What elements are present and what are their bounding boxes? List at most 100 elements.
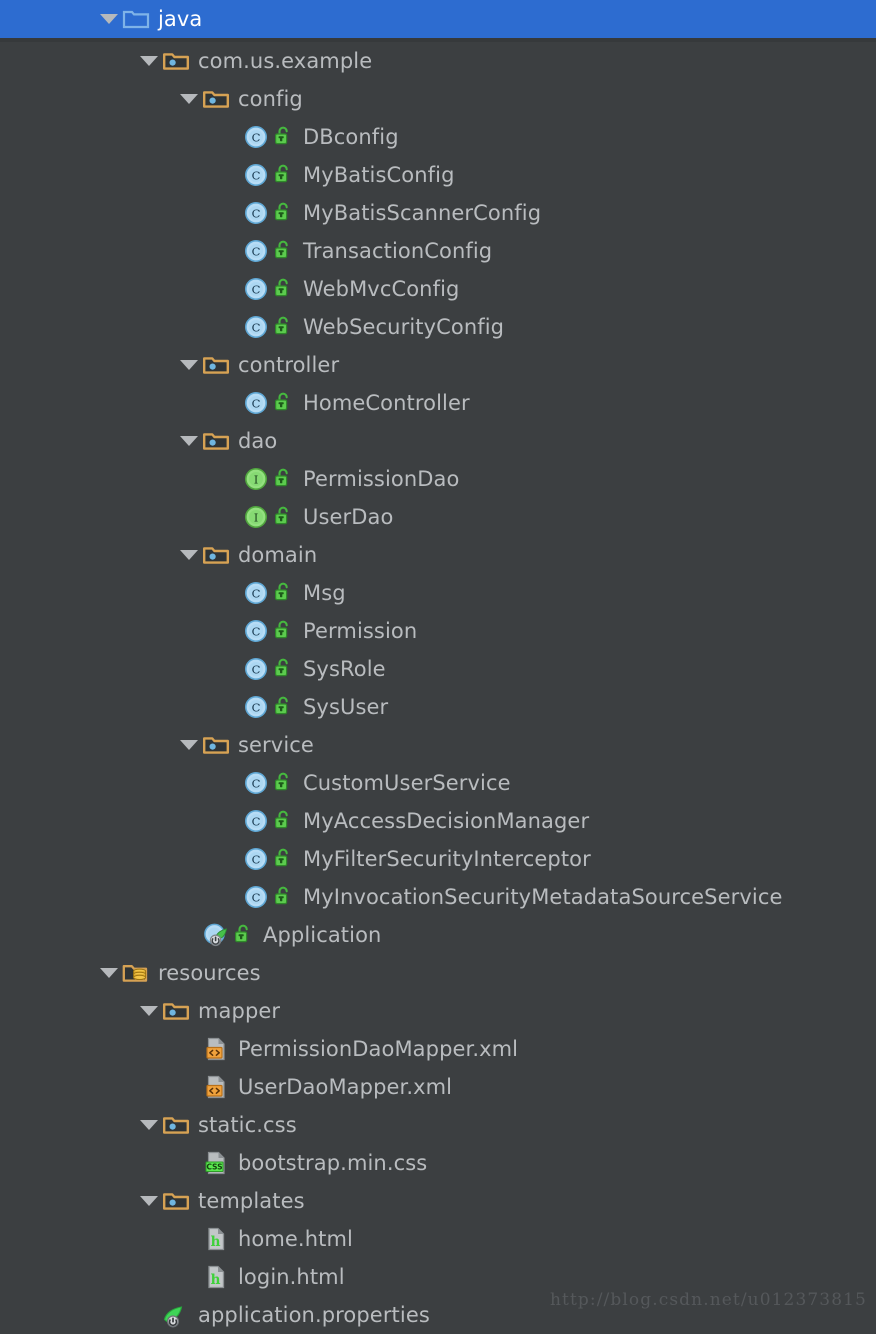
tree-row-myinvocationsecuritymetadatasourceservice[interactable]: C MyInvocationSecurityMetadataSourceServi… xyxy=(0,878,876,916)
tree-row-config[interactable]: config xyxy=(0,80,876,118)
no-disclosure-icon xyxy=(216,574,242,612)
tree-row-com-us-example[interactable]: com.us.example xyxy=(0,42,876,80)
tree-row-sysrole[interactable]: C SysRole xyxy=(0,650,876,688)
package-folder-icon xyxy=(202,427,230,455)
chevron-down-icon[interactable] xyxy=(176,346,202,384)
tree-row-application[interactable]: Application xyxy=(0,916,876,954)
no-disclosure-icon xyxy=(216,498,242,536)
tree-row-home-html[interactable]: h home.html xyxy=(0,1220,876,1258)
unlocked-padlock-icon xyxy=(272,503,294,531)
tree-row-mapper[interactable]: mapper xyxy=(0,992,876,1030)
unlocked-padlock-icon xyxy=(272,655,294,683)
tree-row-domain[interactable]: domain xyxy=(0,536,876,574)
tree-row-homecontroller[interactable]: C HomeController xyxy=(0,384,876,422)
no-disclosure-icon xyxy=(176,1144,202,1182)
tree-row-label: domain xyxy=(238,543,318,567)
svg-text:C: C xyxy=(252,131,261,145)
interface-icon: I xyxy=(242,503,270,531)
no-disclosure-icon xyxy=(216,118,242,156)
tree-row-customuserservice[interactable]: C CustomUserService xyxy=(0,764,876,802)
package-folder-icon xyxy=(202,85,230,113)
tree-row-sysuser[interactable]: C SysUser xyxy=(0,688,876,726)
tree-row-websecurityconfig[interactable]: C WebSecurityConfig xyxy=(0,308,876,346)
class-icon: C xyxy=(242,275,270,303)
chevron-down-icon[interactable] xyxy=(176,80,202,118)
tree-row-mybatisscannerconfig[interactable]: C MyBatisScannerConfig xyxy=(0,194,876,232)
tree-row-mybatisconfig[interactable]: C MyBatisConfig xyxy=(0,156,876,194)
tree-row-transactionconfig[interactable]: C TransactionConfig xyxy=(0,232,876,270)
tree-row-label: MyInvocationSecurityMetadataSourceServic… xyxy=(303,885,783,909)
class-icon: C xyxy=(242,389,270,417)
chevron-down-icon[interactable] xyxy=(96,954,122,992)
tree-row-label: Msg xyxy=(303,581,346,605)
chevron-down-icon[interactable] xyxy=(176,726,202,764)
tree-row-dbconfig[interactable]: C DBconfig xyxy=(0,118,876,156)
no-disclosure-icon xyxy=(216,688,242,726)
chevron-down-icon[interactable] xyxy=(136,992,162,1030)
tree-row-dao[interactable]: dao xyxy=(0,422,876,460)
package-folder-icon xyxy=(162,47,190,75)
tree-row-label: config xyxy=(238,87,303,111)
no-disclosure-icon xyxy=(216,878,242,916)
svg-text:CSS: CSS xyxy=(206,1163,222,1172)
chevron-down-icon[interactable] xyxy=(176,422,202,460)
no-disclosure-icon xyxy=(216,194,242,232)
tree-row-userdaomapper-xml[interactable]: UserDaoMapper.xml xyxy=(0,1068,876,1106)
tree-row-service[interactable]: service xyxy=(0,726,876,764)
tree-row-bootstrap-min-css[interactable]: CSS bootstrap.min.css xyxy=(0,1144,876,1182)
tree-row-label: dao xyxy=(238,429,278,453)
tree-row-webmvcconfig[interactable]: C WebMvcConfig xyxy=(0,270,876,308)
tree-row-templates[interactable]: templates xyxy=(0,1182,876,1220)
svg-text:C: C xyxy=(252,777,261,791)
tree-row-label: WebSecurityConfig xyxy=(303,315,505,339)
unlocked-padlock-icon xyxy=(272,845,294,873)
tree-row-msg[interactable]: C Msg xyxy=(0,574,876,612)
tree-row-java[interactable]: java xyxy=(0,0,876,38)
tree-row-myaccessdecisionmanager[interactable]: C MyAccessDecisionManager xyxy=(0,802,876,840)
class-icon: C xyxy=(242,655,270,683)
tree-row-static-css[interactable]: static.css xyxy=(0,1106,876,1144)
tree-row-permissiondao[interactable]: I PermissionDao xyxy=(0,460,876,498)
tree-row-myfiltersecurityinterceptor[interactable]: C MyFilterSecurityInterceptor xyxy=(0,840,876,878)
tree-row-resources[interactable]: resources xyxy=(0,954,876,992)
svg-text:C: C xyxy=(252,701,261,715)
unlocked-padlock-icon xyxy=(272,123,294,151)
chevron-down-icon[interactable] xyxy=(136,42,162,80)
no-disclosure-icon xyxy=(176,1030,202,1068)
chevron-down-icon[interactable] xyxy=(136,1182,162,1220)
svg-text:C: C xyxy=(252,283,261,297)
package-folder-icon xyxy=(202,541,230,569)
no-disclosure-icon xyxy=(136,1296,162,1334)
tree-row-label: MyBatisScannerConfig xyxy=(303,201,542,225)
project-tree[interactable]: java com.us.example config C DBconfig C MyBati… xyxy=(0,0,876,1334)
chevron-down-icon[interactable] xyxy=(136,1106,162,1144)
no-disclosure-icon xyxy=(216,308,242,346)
package-folder-icon xyxy=(202,351,230,379)
tree-row-permission[interactable]: C Permission xyxy=(0,612,876,650)
class-icon: C xyxy=(242,807,270,835)
xml-file-icon xyxy=(202,1035,230,1063)
svg-text:C: C xyxy=(252,245,261,259)
tree-row-userdao[interactable]: I UserDao xyxy=(0,498,876,536)
tree-row-controller[interactable]: controller xyxy=(0,346,876,384)
chevron-down-icon[interactable] xyxy=(96,0,122,38)
tree-row-permissiondaomapper-xml[interactable]: PermissionDaoMapper.xml xyxy=(0,1030,876,1068)
chevron-down-icon[interactable] xyxy=(176,536,202,574)
no-disclosure-icon xyxy=(216,384,242,422)
no-disclosure-icon xyxy=(176,1220,202,1258)
package-folder-icon xyxy=(162,1111,190,1139)
unlocked-padlock-icon xyxy=(272,769,294,797)
